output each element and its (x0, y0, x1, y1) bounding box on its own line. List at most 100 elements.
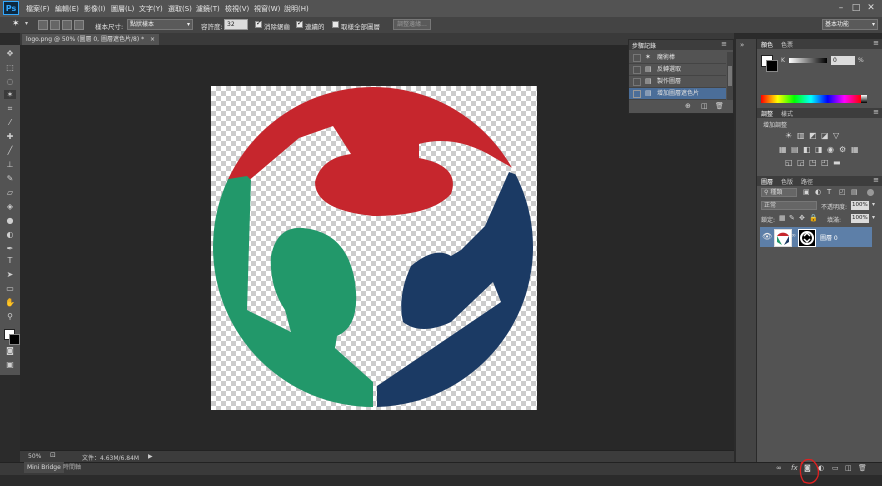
intersect-selection-icon[interactable] (74, 20, 84, 30)
brightness-icon[interactable]: ☀ (785, 131, 792, 140)
blur-tool-icon[interactable]: ● (4, 216, 16, 225)
exposure-icon[interactable]: ◪ (821, 131, 829, 140)
new-layer-icon[interactable]: ◫ (845, 464, 852, 472)
history-panel-title[interactable]: 步驟記錄 (632, 41, 656, 50)
trash-icon[interactable]: 🗑 (715, 102, 724, 110)
lasso-tool-icon[interactable]: ◌ (4, 77, 16, 86)
gradient-map-icon[interactable]: ▽ (833, 131, 839, 140)
photo-filter-icon[interactable]: ◉ (827, 145, 834, 154)
menu-window[interactable]: 視窗(W) (254, 4, 280, 14)
lock-pixels-icon[interactable]: ✎ (789, 214, 795, 222)
chevron-down-icon[interactable]: ▾ (872, 214, 875, 221)
invert-icon[interactable]: ◱ (785, 158, 793, 167)
tab-channels[interactable]: 色版 (781, 177, 793, 186)
lock-position-icon[interactable]: ✥ (799, 214, 805, 222)
lock-transparent-icon[interactable]: ▦ (779, 214, 786, 222)
filter-shape-icon[interactable]: ◰ (839, 188, 846, 196)
screen-mode-icon[interactable]: ▣ (4, 360, 16, 369)
panel-menu-icon[interactable]: ≡ (721, 40, 727, 48)
path-select-icon[interactable]: ➤ (4, 270, 16, 279)
chevron-down-icon[interactable]: ▾ (25, 20, 28, 27)
dodge-tool-icon[interactable]: ◐ (4, 230, 16, 239)
filter-adjust-icon[interactable]: ◐ (815, 188, 821, 196)
black-white-icon[interactable]: ◨ (815, 145, 823, 154)
timeline-tab[interactable]: 時間軸 (60, 462, 84, 473)
color-lookup-icon[interactable]: ▦ (851, 145, 859, 154)
collapse-panels-icon[interactable]: » (740, 41, 744, 49)
history-brush-icon[interactable]: ✎ (4, 174, 16, 183)
color-balance-icon[interactable]: ◧ (803, 145, 811, 154)
grayscale-ramp[interactable] (861, 95, 867, 103)
quick-mask-icon[interactable]: ◙ (4, 346, 16, 355)
history-item[interactable]: ✶ 魔術棒 (629, 52, 726, 64)
menu-view[interactable]: 檢視(V) (225, 4, 249, 14)
selective-color-icon[interactable]: ◰ (821, 158, 829, 167)
menu-filter[interactable]: 濾鏡(T) (196, 4, 220, 14)
healing-brush-icon[interactable]: ✚ (4, 132, 16, 141)
channel-mixer-icon[interactable]: ⚙ (839, 145, 846, 154)
pen-tool-icon[interactable]: ✒ (4, 244, 16, 253)
threshold-icon[interactable]: ◳ (809, 158, 817, 167)
filter-smart-icon[interactable]: ▤ (851, 188, 858, 196)
history-scrollbar[interactable] (727, 52, 733, 100)
gradient-icon[interactable]: ▬ (833, 158, 841, 167)
clone-stamp-icon[interactable]: ⊥ (4, 160, 16, 169)
chevron-down-icon[interactable]: ▾ (872, 201, 875, 208)
k-slider[interactable] (789, 58, 827, 63)
tab-swatches[interactable]: 色票 (781, 40, 793, 49)
layer-mask-thumbnail[interactable] (798, 229, 816, 247)
subtract-selection-icon[interactable] (62, 20, 72, 30)
scrollbar-thumb[interactable] (728, 66, 732, 86)
hue-saturation-icon[interactable]: ▤ (791, 145, 799, 154)
color-ramp[interactable] (761, 95, 861, 103)
background-color-swatch[interactable] (9, 334, 20, 345)
trash-icon[interactable]: 🗑 (858, 464, 867, 472)
document-canvas[interactable] (211, 86, 537, 410)
link-layers-icon[interactable]: ∞ (776, 464, 782, 472)
move-tool-icon[interactable]: ✥ (4, 49, 16, 58)
panel-menu-icon[interactable]: ≡ (873, 39, 879, 47)
filter-type-icon[interactable]: T (827, 188, 831, 196)
eraser-tool-icon[interactable]: ▱ (4, 188, 16, 197)
chain-link-icon[interactable]: ∞ (791, 232, 796, 239)
panel-menu-icon[interactable]: ≡ (873, 176, 879, 184)
history-item[interactable]: ▤ 製作圖層 (629, 76, 726, 88)
tab-adjustments[interactable]: 調整 (761, 109, 773, 118)
document-tab[interactable]: logo.png @ 50% (圖層 0, 圖層遮色片/8) * × (22, 34, 160, 45)
maximize-button[interactable]: □ (849, 2, 863, 14)
close-tab-icon[interactable]: × (150, 36, 155, 43)
minimize-button[interactable]: – (834, 2, 848, 14)
antialias-checkbox[interactable] (255, 19, 262, 28)
zoom-level[interactable]: 50% (28, 453, 41, 460)
tab-layers[interactable]: 圖層 (761, 177, 773, 186)
mini-bridge-tab[interactable]: Mini Bridge (24, 462, 64, 473)
add-selection-icon[interactable] (50, 20, 60, 30)
layer-row[interactable]: 👁 ∞ 圖層 0 (760, 227, 872, 247)
opacity-input[interactable]: 100% (851, 201, 869, 210)
menu-image[interactable]: 影像(I) (84, 4, 106, 14)
background-color-swatch[interactable] (766, 60, 778, 72)
snapshot-icon[interactable]: ⊕ (685, 102, 691, 110)
marquee-tool-icon[interactable]: ⬚ (4, 63, 16, 72)
paint-bucket-icon[interactable]: ◈ (4, 202, 16, 211)
magic-wand-tool-icon[interactable]: ✶ (4, 90, 16, 99)
type-tool-icon[interactable]: T (4, 256, 16, 265)
panel-menu-icon[interactable]: ≡ (873, 108, 879, 116)
new-document-icon[interactable]: ◫ (701, 102, 708, 110)
status-arrow-icon[interactable]: ▶ (148, 453, 153, 460)
status-export-icon[interactable]: ⊡ (50, 451, 56, 459)
blend-mode-select[interactable]: 正常 (761, 201, 817, 210)
lock-all-icon[interactable]: 🔒 (809, 214, 818, 222)
refine-edge-button[interactable]: 調整邊緣... (393, 19, 431, 30)
menu-file[interactable]: 檔案(F) (26, 4, 50, 14)
menu-layer[interactable]: 圖層(L) (111, 4, 134, 14)
rectangle-tool-icon[interactable]: ▭ (4, 284, 16, 293)
brush-tool-icon[interactable]: ╱ (4, 146, 16, 155)
magic-wand-icon[interactable]: ✶ (12, 19, 20, 29)
tab-styles[interactable]: 樣式 (781, 109, 793, 118)
menu-help[interactable]: 說明(H) (284, 4, 309, 14)
history-item-selected[interactable]: ▤ 增加圖層遮色片 (629, 88, 726, 100)
menu-type[interactable]: 文字(Y) (139, 4, 163, 14)
history-item[interactable]: ▤ 反轉選取 (629, 64, 726, 76)
menu-edit[interactable]: 編輯(E) (55, 4, 79, 14)
